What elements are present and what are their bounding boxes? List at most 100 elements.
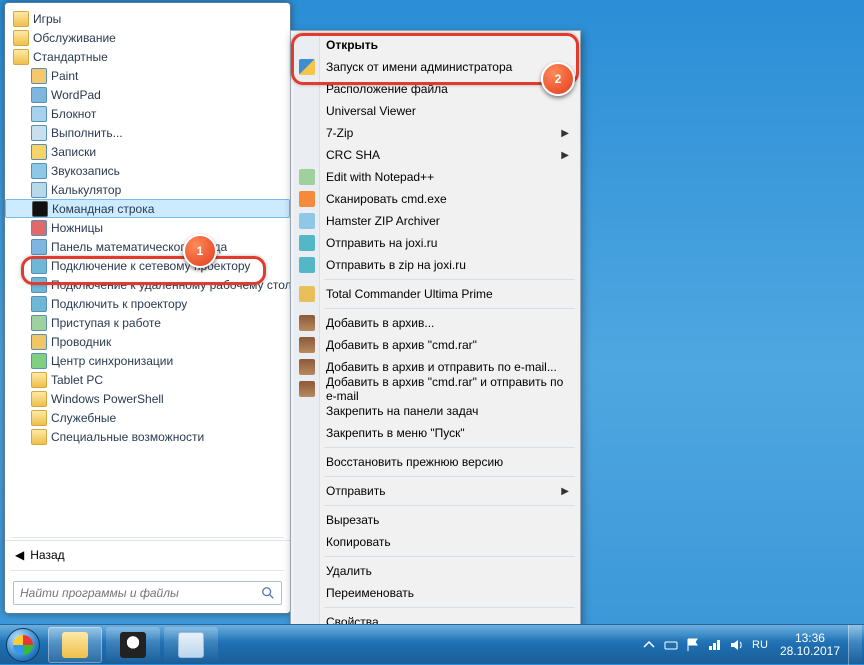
app-icon <box>178 632 204 658</box>
taskbar-item-app-panda[interactable] <box>106 627 160 663</box>
menu-item-label: Переименовать <box>326 586 414 600</box>
joxi-icon <box>299 235 315 251</box>
program-item[interactable]: Калькулятор <box>5 180 290 199</box>
menu-item[interactable]: Добавить в архив... <box>294 312 577 334</box>
tray-show-hidden-icon[interactable] <box>641 637 657 653</box>
tray-icon[interactable] <box>663 637 679 653</box>
menu-item[interactable]: Открыть <box>294 34 577 56</box>
program-item[interactable]: Звукозапись <box>5 161 290 180</box>
annotation-callout-2: 2 <box>541 62 575 96</box>
menu-item[interactable]: Hamster ZIP Archiver <box>294 210 577 232</box>
system-tray: RU 13:36 28.10.2017 <box>636 625 864 665</box>
program-item[interactable]: Панель математического ввода <box>5 237 290 256</box>
npp-icon <box>299 169 315 185</box>
menu-item[interactable]: Total Commander Ultima Prime <box>294 283 577 305</box>
menu-item[interactable]: Добавить в архив "cmd.rar" и отправить п… <box>294 378 577 400</box>
item-label: Звукозапись <box>51 164 120 178</box>
wordpad-icon <box>31 87 47 103</box>
menu-item[interactable]: Копировать <box>294 531 577 553</box>
menu-item[interactable]: Запуск от имени администратора <box>294 56 577 78</box>
menu-item-label: Открыть <box>326 38 378 52</box>
menu-separator <box>324 556 575 557</box>
folder-icon <box>31 410 47 426</box>
notes-icon <box>31 144 47 160</box>
menu-item[interactable]: Переименовать <box>294 582 577 604</box>
menu-item[interactable]: Отправить▶ <box>294 480 577 502</box>
menu-item[interactable]: Сканировать cmd.exe <box>294 188 577 210</box>
folder-item[interactable]: Windows PowerShell <box>5 389 290 408</box>
joxi-icon <box>299 257 315 273</box>
menu-item[interactable]: Edit with Notepad++ <box>294 166 577 188</box>
back-button[interactable]: ◀ Назад <box>5 540 290 568</box>
program-item[interactable]: Центр синхронизации <box>5 351 290 370</box>
program-item[interactable]: Подключение к удаленному рабочему столу <box>5 275 290 294</box>
menu-item-label: Добавить в архив "cmd.rar" и отправить п… <box>326 375 577 403</box>
menu-item[interactable]: Отправить в zip на joxi.ru <box>294 254 577 276</box>
start-button[interactable] <box>0 625 46 665</box>
menu-item[interactable]: Отправить на joxi.ru <box>294 232 577 254</box>
hamster-icon <box>299 213 315 229</box>
program-item[interactable]: Paint <box>5 66 290 85</box>
volume-icon[interactable] <box>729 637 745 653</box>
folder-icon <box>13 11 29 27</box>
program-item[interactable]: Командная строка <box>5 199 290 218</box>
menu-item[interactable]: Закрепить в меню "Пуск" <box>294 422 577 444</box>
menu-separator <box>324 308 575 309</box>
language-indicator[interactable]: RU <box>752 639 768 651</box>
menu-item-label: 7-Zip <box>326 126 353 140</box>
program-item[interactable]: Подключение к сетевому проектору <box>5 256 290 275</box>
item-label: Служебные <box>51 411 116 425</box>
taskbar-item-app-document[interactable] <box>164 627 218 663</box>
menu-item-label: Добавить в архив... <box>326 316 434 330</box>
flag-icon[interactable] <box>685 637 701 653</box>
folder-item[interactable]: Служебные <box>5 408 290 427</box>
program-item[interactable]: Ножницы <box>5 218 290 237</box>
menu-item[interactable]: Universal Viewer <box>294 100 577 122</box>
submenu-arrow-icon: ▶ <box>561 150 569 161</box>
search-box[interactable] <box>13 581 282 605</box>
program-item[interactable]: WordPad <box>5 85 290 104</box>
folder-item[interactable]: Специальные возможности <box>5 427 290 446</box>
menu-item-label: Отправить в zip на joxi.ru <box>326 258 466 272</box>
clock[interactable]: 13:36 28.10.2017 <box>772 632 848 658</box>
program-item[interactable]: Блокнот <box>5 104 290 123</box>
item-label: Проводник <box>51 335 111 349</box>
folder-icon <box>31 391 47 407</box>
program-item[interactable]: Выполнить... <box>5 123 290 142</box>
menu-item[interactable]: Расположение файла <box>294 78 577 100</box>
submenu-arrow-icon: ▶ <box>561 128 569 139</box>
menu-item-label: CRC SHA <box>326 148 380 162</box>
context-menu-list: Открыть Запуск от имени администратораРас… <box>294 34 577 633</box>
menu-item[interactable]: Вырезать <box>294 509 577 531</box>
menu-item[interactable]: Добавить в архив "cmd.rar" <box>294 334 577 356</box>
rdp-icon <box>31 277 47 293</box>
menu-item-label: Удалить <box>326 564 372 578</box>
item-label: Подключение к сетевому проектору <box>51 259 250 273</box>
taskbar-item-explorer[interactable] <box>48 627 102 663</box>
submenu-arrow-icon: ▶ <box>561 486 569 497</box>
program-item[interactable]: Проводник <box>5 332 290 351</box>
network-icon[interactable] <box>707 637 723 653</box>
program-item[interactable]: Записки <box>5 142 290 161</box>
folder-item[interactable]: Tablet PC <box>5 370 290 389</box>
explorer-icon <box>62 632 88 658</box>
menu-item[interactable]: Закрепить на панели задач <box>294 400 577 422</box>
item-label: Записки <box>51 145 96 159</box>
menu-item[interactable]: 7-Zip ▶ <box>294 122 577 144</box>
show-desktop-button[interactable] <box>848 625 862 665</box>
search-input[interactable] <box>20 586 261 600</box>
clock-date: 28.10.2017 <box>780 645 840 658</box>
folder-item[interactable]: Игры <box>5 9 290 28</box>
tc-icon <box>299 286 315 302</box>
menu-item[interactable]: Восстановить прежнюю версию <box>294 451 577 473</box>
program-item[interactable]: Приступая к работе <box>5 313 290 332</box>
folder-item[interactable]: Обслуживание <box>5 28 290 47</box>
menu-item-label: Добавить в архив и отправить по e-mail..… <box>326 360 557 374</box>
item-label: WordPad <box>51 88 101 102</box>
menu-item[interactable]: CRC SHA ▶ <box>294 144 577 166</box>
menu-item[interactable]: Удалить <box>294 560 577 582</box>
menu-item-label: Закрепить в меню "Пуск" <box>326 426 465 440</box>
folder-item[interactable]: Стандартные <box>5 47 290 66</box>
program-item[interactable]: Подключить к проектору <box>5 294 290 313</box>
menu-item-label: Hamster ZIP Archiver <box>326 214 440 228</box>
